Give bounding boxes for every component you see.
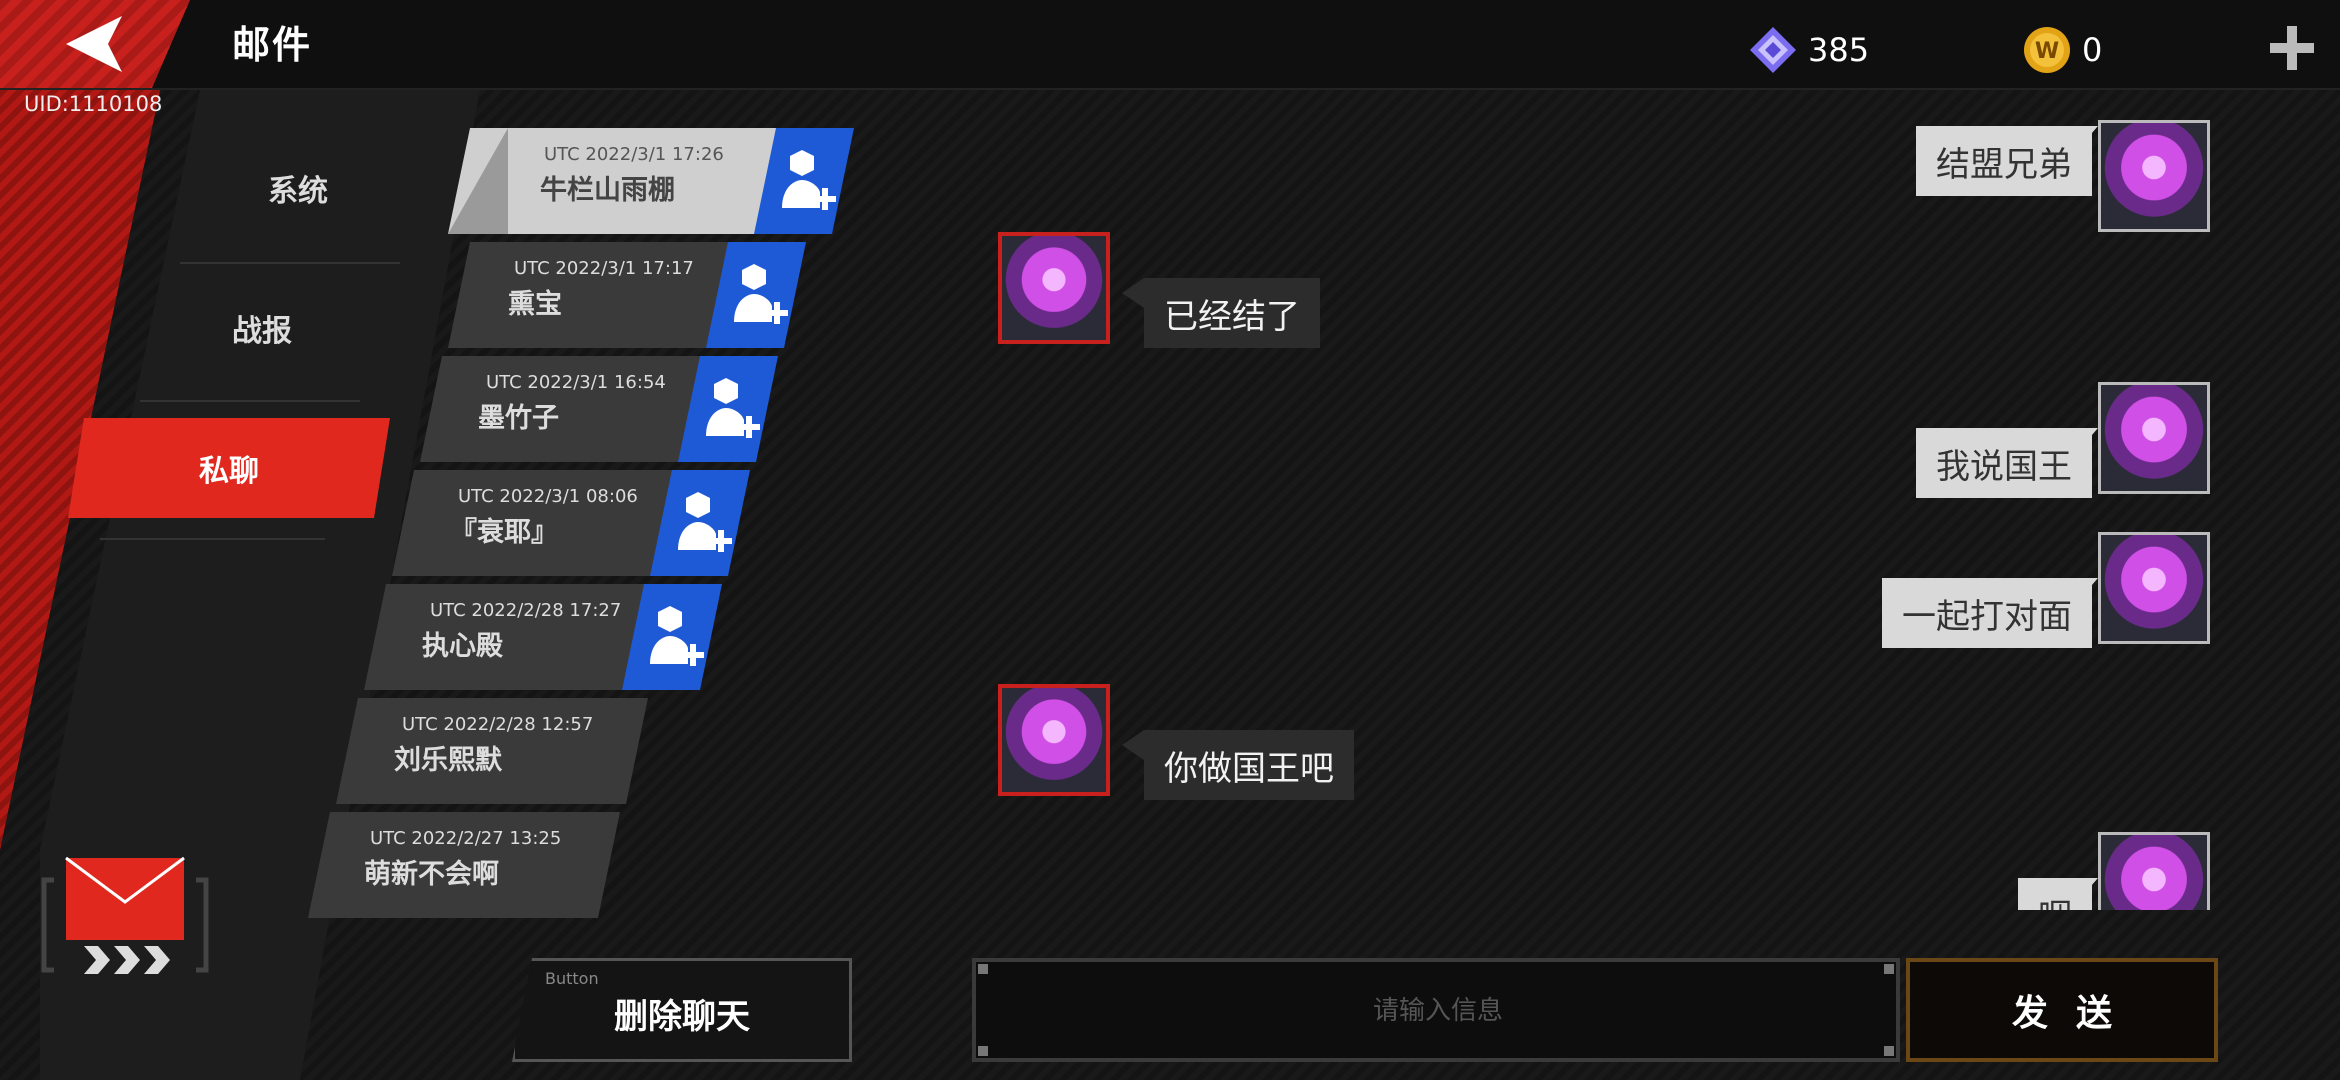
corner-mark — [978, 1046, 988, 1056]
contact-name: 刘乐熙默 — [394, 745, 502, 776]
contact-item[interactable]: UTC 2022/3/1 16:54 墨竹子 — [420, 356, 800, 462]
contact-item[interactable]: UTC 2022/3/1 17:17 熏宝 — [448, 242, 828, 348]
send-button[interactable]: 发送 — [1906, 958, 2218, 1062]
message-text: 一起打对面 — [1902, 596, 2072, 637]
selected-indicator — [448, 128, 508, 234]
gem-icon — [1750, 27, 1796, 73]
contact-item[interactable]: UTC 2022/3/1 08:06 『衰耶』 — [392, 470, 772, 576]
page-title: 邮件 — [232, 23, 313, 67]
gem-count: 385 — [1808, 31, 1870, 69]
contact-date: UTC 2022/2/28 12:57 — [402, 714, 594, 735]
avatar-image — [2101, 535, 2207, 641]
contact-item[interactable]: UTC 2022/2/28 12:57 刘乐熙默 — [336, 698, 648, 804]
self-avatar[interactable] — [2098, 832, 2210, 910]
contact-date: UTC 2022/3/1 17:17 — [514, 258, 694, 279]
divider — [180, 262, 400, 264]
message-input-box — [972, 958, 1900, 1062]
delete-chat-label: 删除聊天 — [614, 997, 750, 1037]
divider — [140, 400, 360, 402]
contact-avatar[interactable] — [998, 232, 1110, 344]
contact-date: UTC 2022/3/1 16:54 — [486, 372, 666, 393]
contact-date: UTC 2022/2/28 17:27 — [430, 600, 622, 621]
send-label: 发送 — [2011, 993, 2140, 1034]
add-currency-button[interactable] — [2268, 24, 2316, 72]
contact-card: UTC 2022/3/1 08:06 『衰耶』 — [392, 470, 692, 576]
contact-card: UTC 2022/3/1 16:54 墨竹子 — [420, 356, 720, 462]
corner-mark — [1884, 1046, 1894, 1056]
contact-card: UTC 2022/3/1 17:17 熏宝 — [448, 242, 748, 348]
contact-name: 墨竹子 — [478, 403, 559, 434]
avatar-image — [1002, 688, 1106, 792]
message-bubble: 一起打对面 — [1882, 578, 2092, 648]
category-system[interactable]: 系统 — [148, 138, 448, 238]
svg-text:W: W — [2035, 39, 2059, 64]
contact-card: UTC 2022/2/27 13:25 萌新不会啊 — [308, 812, 620, 918]
corner-mark — [1884, 964, 1894, 974]
contact-name: 萌新不会啊 — [364, 859, 499, 890]
add-friend-icon — [648, 604, 708, 670]
contact-name: 『衰耶』 — [450, 517, 558, 548]
user-id: UID:1110108 — [24, 92, 163, 116]
divider — [100, 538, 325, 540]
category-label: 系统 — [268, 174, 328, 209]
contact-item[interactable]: UTC 2022/2/28 17:27 执心殿 — [364, 584, 744, 690]
self-avatar[interactable] — [2098, 532, 2210, 644]
avatar-image — [1002, 236, 1106, 340]
contact-item[interactable]: UTC 2022/2/27 13:25 萌新不会啊 — [308, 812, 620, 918]
contact-date: UTC 2022/2/27 13:25 — [370, 828, 562, 849]
add-friend-icon — [676, 490, 736, 556]
bubble-tail — [1122, 730, 1144, 760]
delete-chat-button[interactable]: Button 删除聊天 — [512, 958, 852, 1062]
avatar-image — [2101, 835, 2207, 910]
avatar-image — [2101, 385, 2207, 491]
bubble-tail — [1122, 278, 1144, 308]
message-text: 已经结了 — [1164, 296, 1300, 337]
message-bubble: 已经结了 — [1144, 278, 1320, 348]
message-bubble: 结盟兄弟 — [1916, 126, 2092, 196]
mail-icon[interactable] — [40, 850, 210, 980]
button-tag: Button — [545, 969, 599, 988]
self-avatar[interactable] — [2098, 382, 2210, 494]
contact-card: UTC 2022/3/1 17:26 牛栏山雨棚 — [448, 128, 778, 234]
category-label: 私聊 — [199, 454, 259, 489]
contact-name: 熏宝 — [508, 289, 562, 320]
message-text: 你做国王吧 — [1164, 748, 1334, 789]
contact-date: UTC 2022/3/1 08:06 — [458, 486, 638, 507]
add-friend-icon — [704, 376, 764, 442]
message-text: 我说国王 — [1936, 446, 2072, 487]
contact-card: UTC 2022/2/28 17:27 执心殿 — [364, 584, 664, 690]
message-bubble: 我说国王 — [1916, 428, 2092, 498]
contact-date: UTC 2022/3/1 17:26 — [544, 144, 724, 165]
contact-avatar[interactable] — [998, 684, 1110, 796]
gem-counter: 385 — [1748, 22, 1869, 78]
coin-icon: W — [2024, 27, 2070, 73]
contact-name: 执心殿 — [422, 631, 503, 662]
message-bubble: 你做国王吧 — [1144, 730, 1354, 800]
avatar-image — [2101, 123, 2207, 229]
top-bar: 邮件 385 W 0 — [0, 0, 2340, 90]
contact-name: 牛栏山雨棚 — [540, 175, 675, 206]
coin-count: 0 — [2082, 31, 2103, 69]
contact-card: UTC 2022/2/28 12:57 刘乐熙默 — [336, 698, 648, 804]
add-friend-icon — [732, 262, 792, 328]
category-private-chat[interactable]: 私聊 — [68, 418, 390, 518]
category-label: 战报 — [232, 314, 292, 349]
message-text: 结盟兄弟 — [1936, 144, 2072, 185]
chat-area[interactable]: 结盟兄弟 已经结了 我说国王 一起打对面 你做国王吧 咽 — [960, 118, 2230, 910]
message-text: 咽 — [2038, 889, 2072, 911]
corner-mark — [978, 964, 988, 974]
contact-item[interactable]: UTC 2022/3/1 17:26 牛栏山雨棚 — [448, 128, 854, 234]
back-button[interactable] — [0, 0, 190, 88]
message-input[interactable] — [976, 962, 1900, 1060]
add-friend-icon — [780, 148, 840, 214]
back-arrow-icon — [66, 16, 122, 72]
coin-counter: W 0 — [2022, 22, 2102, 78]
category-battle-report[interactable]: 战报 — [112, 278, 412, 378]
self-avatar[interactable] — [2098, 120, 2210, 232]
message-bubble: 咽 — [2018, 878, 2092, 910]
